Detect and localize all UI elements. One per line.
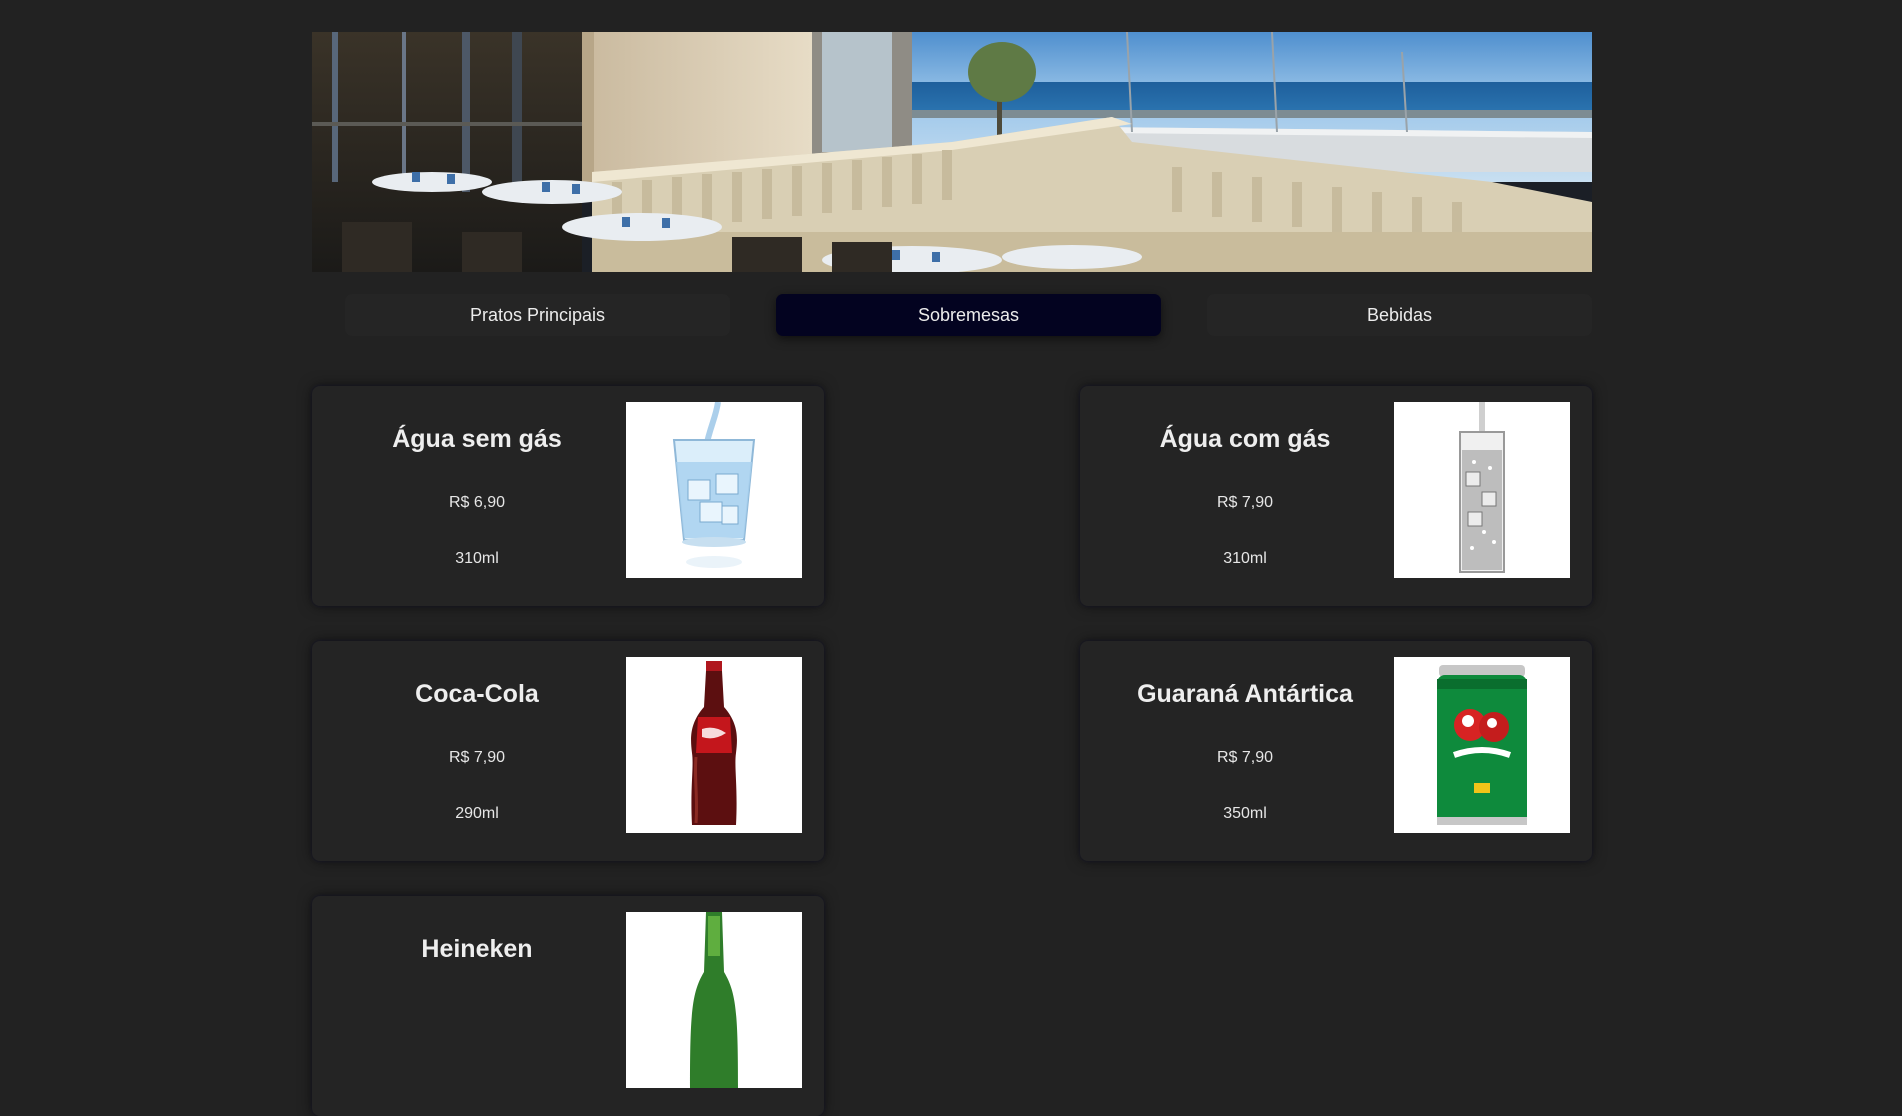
product-name: Coca-Cola <box>415 680 539 708</box>
product-card-coca-cola[interactable]: Coca-Cola R$ 7,90 290ml <box>312 641 824 861</box>
product-volume: 310ml <box>1223 550 1267 567</box>
product-info: Heineken <box>312 896 642 1116</box>
product-card-agua-sem-gas[interactable]: Água sem gás R$ 6,90 310ml <box>312 386 824 606</box>
tab-bebidas[interactable]: Bebidas <box>1207 294 1592 336</box>
product-card-heineken[interactable]: Heineken <box>312 896 824 1116</box>
tab-pratos-principais[interactable]: Pratos Principais <box>345 294 730 336</box>
coca-cola-bottle-icon <box>626 657 802 833</box>
product-volume: 350ml <box>1223 805 1267 822</box>
heineken-bottle-icon <box>626 912 802 1088</box>
product-volume: 310ml <box>455 550 499 567</box>
restaurant-banner-image <box>312 32 1592 272</box>
product-price: R$ 7,90 <box>1216 494 1274 511</box>
category-tabs: Pratos Principais Sobremesas Bebidas <box>345 294 1592 336</box>
product-card-guarana-antartica[interactable]: Guaraná Antártica R$ 7,90 350ml <box>1080 641 1592 861</box>
product-volume: 290ml <box>455 805 499 822</box>
guarana-can-icon <box>1394 657 1570 833</box>
product-name: Guaraná Antártica <box>1137 680 1353 708</box>
product-price: R$ 7,90 <box>1216 749 1274 766</box>
product-price: R$ 7,90 <box>448 749 506 766</box>
tab-sobremesas[interactable]: Sobremesas <box>776 294 1161 336</box>
product-card-agua-com-gas[interactable]: Água com gás R$ 7,90 310ml <box>1080 386 1592 606</box>
water-glass-icon <box>626 402 802 578</box>
product-name: Água sem gás <box>392 425 562 453</box>
product-price: R$ 6,90 <box>448 494 506 511</box>
product-info: Coca-Cola R$ 7,90 290ml <box>312 641 642 861</box>
product-name: Heineken <box>421 935 533 963</box>
product-info: Guaraná Antártica R$ 7,90 350ml <box>1080 641 1410 861</box>
product-info: Água com gás R$ 7,90 310ml <box>1080 386 1410 606</box>
sparkling-water-glass-icon <box>1394 402 1570 578</box>
product-name: Água com gás <box>1159 425 1331 453</box>
product-info: Água sem gás R$ 6,90 310ml <box>312 386 642 606</box>
